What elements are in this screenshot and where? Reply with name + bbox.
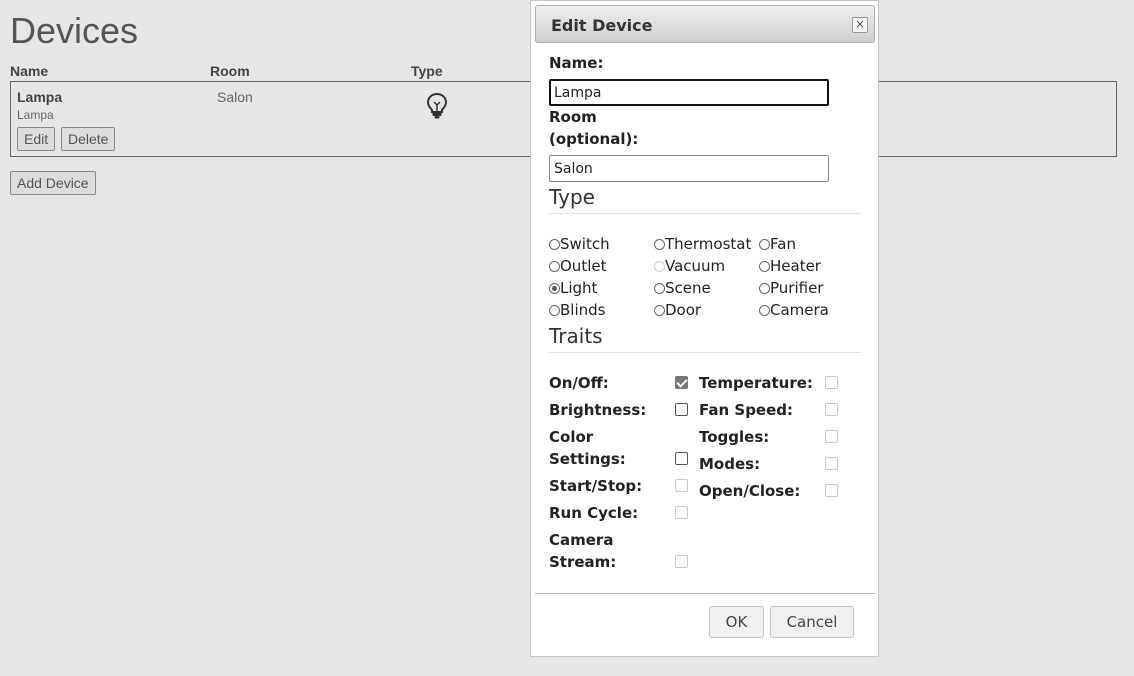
column-header-room: Room — [210, 63, 250, 79]
type-option-door[interactable]: Door — [654, 301, 701, 319]
type-option-purifier[interactable]: Purifier — [759, 279, 823, 297]
type-label-heater: Heater — [770, 257, 821, 275]
trait-label-start-stop: Start/Stop: — [549, 477, 643, 495]
traits-heading: Traits — [549, 324, 861, 353]
type-option-switch[interactable]: Switch — [549, 235, 610, 253]
type-option-thermostat[interactable]: Thermostat — [654, 235, 751, 253]
type-label-scene: Scene — [665, 279, 711, 297]
type-label-camera: Camera — [770, 301, 829, 319]
type-radio-vacuum — [654, 261, 665, 272]
trait-checkbox-camera-stream — [675, 555, 688, 568]
device-subname: Lampa — [17, 108, 54, 122]
page-title: Devices — [10, 10, 139, 51]
trait-label-modes: Modes: — [699, 455, 761, 473]
room-field[interactable] — [549, 155, 829, 182]
trait-checkbox-start-stop — [675, 479, 688, 492]
trait-label-on-off: On/Off: — [549, 374, 609, 392]
type-option-heater[interactable]: Heater — [759, 257, 821, 275]
type-option-vacuum: Vacuum — [654, 257, 725, 275]
type-radio-fan[interactable] — [759, 239, 770, 250]
name-field[interactable] — [549, 79, 829, 106]
type-label-light: Light — [560, 279, 598, 297]
type-option-scene[interactable]: Scene — [654, 279, 711, 297]
edit-device-button[interactable]: Edit — [17, 127, 56, 151]
type-radio-camera[interactable] — [759, 305, 770, 316]
dialog-titlebar[interactable]: Edit Device × — [535, 5, 875, 43]
column-header-type: Type — [411, 63, 443, 79]
type-label-switch: Switch — [560, 235, 610, 253]
type-label-thermostat: Thermostat — [665, 235, 752, 253]
type-radio-scene[interactable] — [654, 283, 665, 294]
type-label-vacuum: Vacuum — [665, 257, 726, 275]
trait-checkbox-open-close — [825, 484, 838, 497]
room-label: Room — [549, 108, 597, 126]
type-radio-purifier[interactable] — [759, 283, 770, 294]
device-name: Lampa — [17, 89, 63, 105]
trait-label-camera-stream: Stream: — [549, 553, 617, 571]
trait-label-run-cycle: Run Cycle: — [549, 504, 639, 522]
type-option-fan[interactable]: Fan — [759, 235, 796, 253]
close-icon[interactable]: × — [852, 17, 868, 33]
type-label-door: Door — [665, 301, 702, 319]
trait-label-brightness: Brightness: — [549, 401, 647, 419]
type-label-fan: Fan — [770, 235, 796, 253]
add-device-button[interactable]: Add Device — [10, 171, 96, 195]
name-label: Name: — [549, 54, 604, 72]
column-header-name: Name — [10, 63, 49, 79]
type-label-purifier: Purifier — [770, 279, 824, 297]
ok-button[interactable]: OK — [709, 606, 764, 638]
trait-label-color-settings: Color — [549, 428, 594, 446]
trait-checkbox-fan-speed — [825, 403, 838, 416]
dialog-footer-divider — [535, 593, 875, 594]
trait-label-temperature: Temperature: — [699, 374, 813, 392]
type-label-outlet: Outlet — [560, 257, 607, 275]
room-label-optional: (optional): — [549, 130, 639, 148]
trait-label-toggles: Toggles: — [699, 428, 770, 446]
trait-label-color-settings: Settings: — [549, 450, 626, 468]
trait-label-fan-speed: Fan Speed: — [699, 401, 794, 419]
trait-checkbox-on-off[interactable] — [675, 376, 688, 389]
trait-checkbox-modes — [825, 457, 838, 470]
trait-checkbox-toggles — [825, 430, 838, 443]
type-option-light[interactable]: Light — [549, 279, 597, 297]
type-radio-heater[interactable] — [759, 261, 770, 272]
dialog-title: Edit Device — [551, 16, 653, 35]
edit-device-dialog: Edit Device × Name: Room (optional): Typ… — [530, 0, 879, 657]
cancel-button[interactable]: Cancel — [770, 606, 854, 638]
type-option-outlet[interactable]: Outlet — [549, 257, 606, 275]
trait-label-open-close: Open/Close: — [699, 482, 801, 500]
type-radio-blinds[interactable] — [549, 305, 560, 316]
delete-device-button[interactable]: Delete — [61, 127, 116, 151]
type-label-blinds: Blinds — [560, 301, 606, 319]
type-option-blinds[interactable]: Blinds — [549, 301, 605, 319]
trait-checkbox-temperature — [825, 376, 838, 389]
type-radio-outlet[interactable] — [549, 261, 560, 272]
type-radio-switch[interactable] — [549, 239, 560, 250]
type-radio-door[interactable] — [654, 305, 665, 316]
type-radio-thermostat[interactable] — [654, 239, 665, 250]
type-heading: Type — [549, 185, 861, 214]
type-option-camera[interactable]: Camera — [759, 301, 829, 319]
lightbulb-icon — [426, 92, 448, 125]
type-radio-light[interactable] — [549, 283, 560, 294]
trait-checkbox-color-settings[interactable] — [675, 452, 688, 465]
trait-checkbox-run-cycle — [675, 506, 688, 519]
device-room: Salon — [217, 89, 253, 105]
trait-label-camera-stream: Camera — [549, 531, 614, 549]
trait-checkbox-brightness[interactable] — [675, 403, 688, 416]
